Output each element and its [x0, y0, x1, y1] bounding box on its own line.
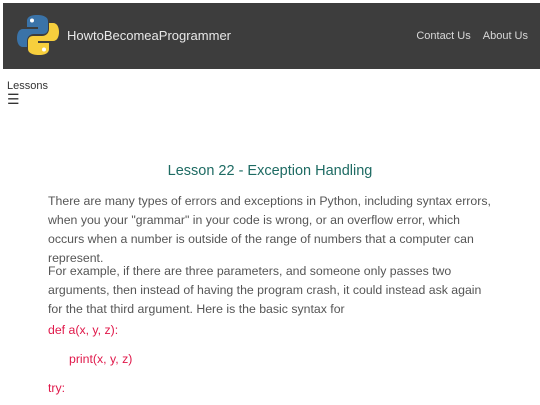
lesson-title: Lesson 22 - Exception Handling: [167, 163, 373, 179]
code-line: try:: [48, 381, 66, 395]
nav-links: Contact Us About Us: [416, 30, 528, 42]
hamburger-menu-icon[interactable]: ☰: [7, 92, 20, 106]
python-logo-icon[interactable]: [15, 12, 61, 58]
top-navbar: HowtoBecomeaProgrammer Contact Us About …: [3, 3, 540, 69]
lesson-paragraph: For example, if there are three paramete…: [48, 264, 482, 316]
lesson-paragraph: There are many types of errors and excep…: [48, 194, 491, 265]
contact-us-link[interactable]: Contact Us: [416, 30, 470, 42]
about-us-link[interactable]: About Us: [483, 30, 528, 42]
site-brand[interactable]: HowtoBecomeaProgrammer: [67, 28, 231, 43]
code-line: def a(x, y, z):: [48, 323, 119, 337]
code-line: print(x, y, z): [69, 352, 133, 366]
